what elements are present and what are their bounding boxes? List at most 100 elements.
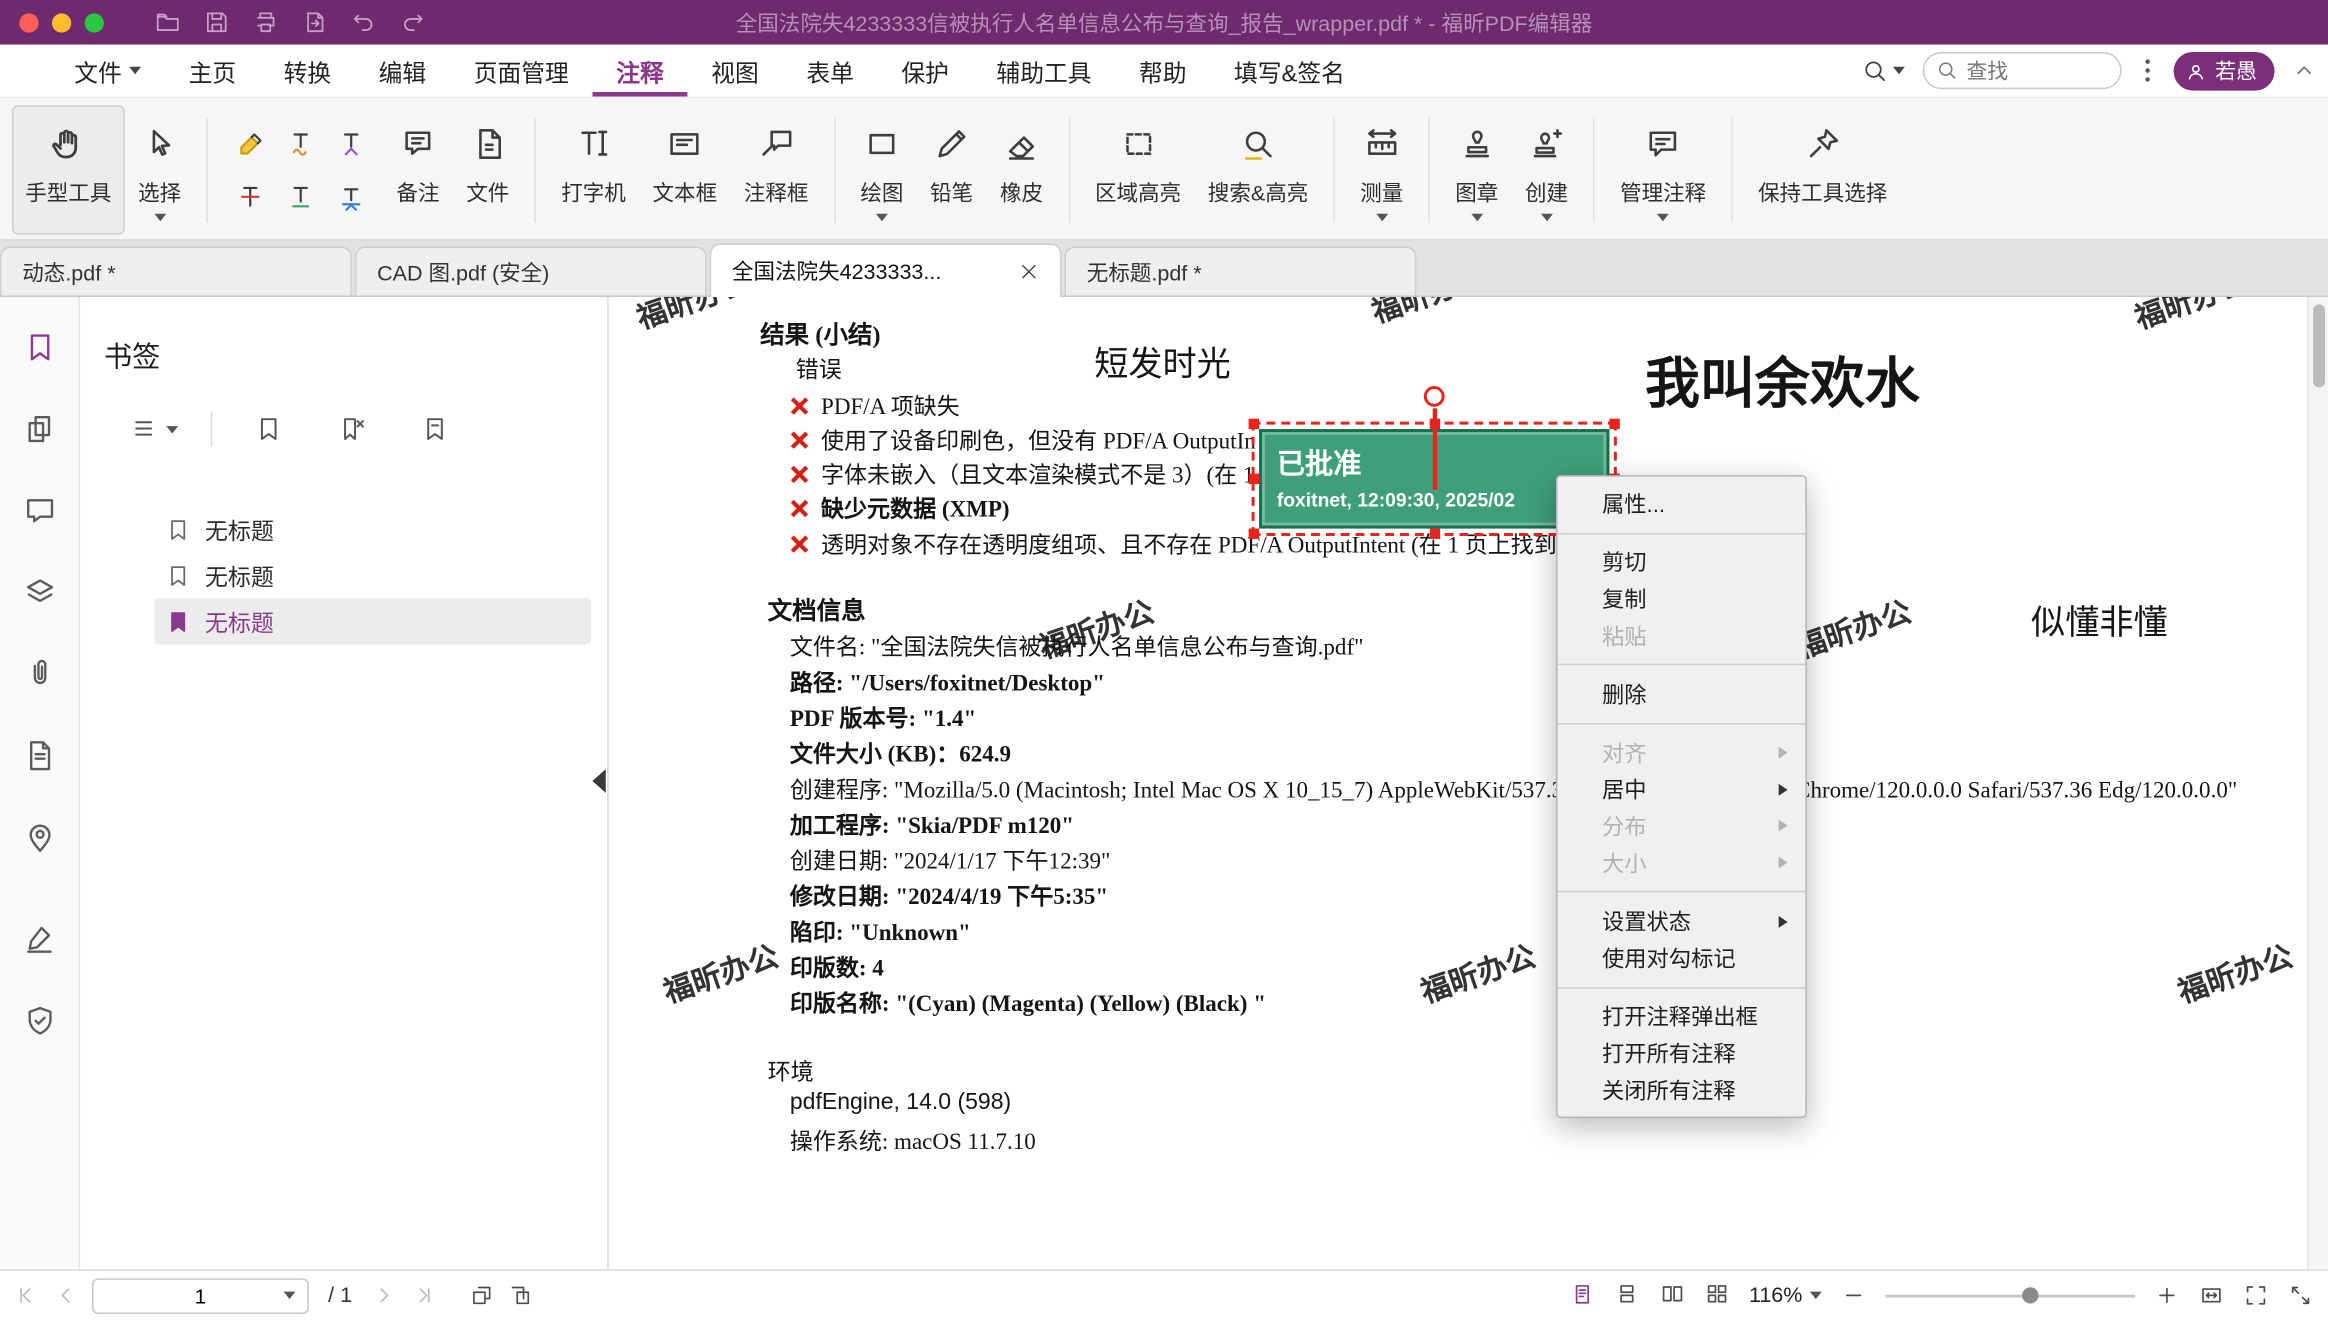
menu-accessibility[interactable]: 辅助工具: [973, 45, 1116, 97]
measure-tool-button[interactable]: 测量: [1347, 105, 1417, 234]
destinations-panel-button[interactable]: [22, 820, 58, 856]
vertical-scrollbar[interactable]: [2307, 297, 2328, 1269]
menu-protect[interactable]: 保护: [878, 45, 973, 97]
redo-icon[interactable]: [399, 9, 426, 36]
more-options-icon[interactable]: [2145, 68, 2150, 73]
menu-convert[interactable]: 转换: [260, 45, 355, 97]
insert-text-tool-button[interactable]: [330, 121, 375, 166]
bookmark-item[interactable]: 无标题: [80, 552, 607, 598]
expand-bookmarks-button[interactable]: [393, 414, 476, 444]
previous-view-button[interactable]: [469, 1283, 494, 1308]
tab-cad[interactable]: CAD 图.pdf (安全): [355, 246, 707, 295]
highlight-tool-button[interactable]: [229, 121, 274, 166]
collapse-ribbon-icon[interactable]: [2292, 59, 2316, 83]
menu-page-management[interactable]: 页面管理: [450, 45, 593, 97]
zoom-slider-handle[interactable]: [2023, 1286, 2039, 1302]
tab-dongtai[interactable]: 动态.pdf *: [0, 246, 352, 295]
eraser-tool-button[interactable]: 橡皮: [987, 105, 1057, 234]
resize-handle[interactable]: [1249, 419, 1259, 429]
create-stamp-tool-button[interactable]: 创建: [1512, 105, 1582, 234]
callout-tool-button[interactable]: 注释框: [730, 105, 821, 234]
first-page-button[interactable]: [15, 1283, 40, 1308]
print-icon[interactable]: [252, 9, 279, 36]
document-page[interactable]: 福昕办公 福昕办公 福昕办公 福昕办公 福昕办公 福昕办公 福昕办公 福昕办公 …: [609, 297, 2328, 1269]
menu-comment[interactable]: 注释: [593, 45, 688, 97]
facing-pages-view-button[interactable]: [1660, 1283, 1685, 1308]
chevron-down-icon[interactable]: [284, 1292, 296, 1299]
save-icon[interactable]: [203, 9, 230, 36]
menu-item-set-status[interactable]: 设置状态: [1557, 903, 1805, 940]
page-thumbnails-button[interactable]: [22, 411, 58, 447]
zoom-out-button[interactable]: [1841, 1283, 1866, 1308]
layers-panel-button[interactable]: [22, 575, 58, 611]
minimize-window-button[interactable]: [52, 13, 71, 32]
resize-handle[interactable]: [1429, 529, 1439, 539]
typewriter-tool-button[interactable]: 打字机: [548, 105, 639, 234]
strikeout-tool-button[interactable]: [229, 174, 274, 219]
menu-edit[interactable]: 编辑: [355, 45, 450, 97]
squiggly-underline-tool-button[interactable]: [279, 121, 324, 166]
user-avatar[interactable]: 若愚: [2174, 51, 2275, 90]
menu-item-copy[interactable]: 复制: [1557, 581, 1805, 618]
tab-untitled[interactable]: 无标题.pdf *: [1065, 246, 1417, 295]
fit-width-button[interactable]: [2199, 1283, 2224, 1308]
bookmark-item[interactable]: 无标题: [80, 506, 607, 552]
collapse-panel-handle[interactable]: [592, 769, 605, 793]
find-input[interactable]: [1966, 59, 2094, 83]
zoom-slider[interactable]: [1886, 1294, 2135, 1297]
search-dropdown-button[interactable]: [1861, 57, 1904, 84]
security-panel-button[interactable]: [22, 1004, 58, 1040]
attach-file-tool-button[interactable]: 文件: [453, 105, 523, 234]
menu-item-close-all-comments[interactable]: 关闭所有注释: [1557, 1072, 1805, 1109]
resize-handle[interactable]: [1249, 529, 1259, 539]
open-file-icon[interactable]: [154, 9, 181, 36]
resize-handle[interactable]: [1249, 474, 1259, 484]
note-tool-button[interactable]: 备注: [383, 105, 453, 234]
resize-handle[interactable]: [1609, 419, 1619, 429]
drawing-tool-button[interactable]: 绘图: [847, 105, 917, 234]
manage-comments-button[interactable]: 管理注释: [1607, 105, 1720, 234]
maximize-window-button[interactable]: [85, 13, 104, 32]
menu-item-cut[interactable]: 剪切: [1557, 544, 1805, 581]
menu-item-center[interactable]: 居中: [1557, 771, 1805, 808]
textbox-tool-button[interactable]: 文本框: [639, 105, 730, 234]
menu-item-checkmark[interactable]: 使用对勾标记: [1557, 940, 1805, 977]
delete-bookmark-button[interactable]: [310, 414, 393, 444]
close-window-button[interactable]: [19, 13, 38, 32]
menu-form[interactable]: 表单: [783, 45, 878, 97]
stamp-tool-button[interactable]: 图章: [1442, 105, 1512, 234]
bookmarks-panel-button[interactable]: [22, 330, 58, 366]
scrollbar-thumb[interactable]: [2313, 304, 2325, 387]
next-page-button[interactable]: [371, 1283, 396, 1308]
page-number-input[interactable]: [94, 1284, 308, 1308]
continuous-facing-view-button[interactable]: [1704, 1283, 1729, 1308]
bookmark-item-selected[interactable]: 无标题: [154, 598, 590, 644]
tab-active-document[interactable]: 全国法院失4233333...: [710, 243, 1062, 296]
fullscreen-button[interactable]: [2243, 1283, 2268, 1308]
expand-view-button[interactable]: [2288, 1283, 2313, 1308]
pencil-tool-button[interactable]: 铅笔: [917, 105, 987, 234]
rotate-handle[interactable]: [1424, 386, 1445, 407]
last-page-button[interactable]: [410, 1283, 435, 1308]
close-tab-icon[interactable]: [1018, 261, 1039, 282]
articles-panel-button[interactable]: [22, 738, 58, 774]
next-view-button[interactable]: [508, 1283, 533, 1308]
menu-item-delete[interactable]: 删除: [1557, 676, 1805, 713]
underline-tool-button[interactable]: [279, 174, 324, 219]
menu-file[interactable]: 文件: [50, 45, 164, 97]
comments-panel-button[interactable]: [22, 493, 58, 529]
replace-text-tool-button[interactable]: [330, 174, 375, 219]
single-page-view-button[interactable]: [1571, 1283, 1596, 1308]
bookmark-options-button[interactable]: [113, 414, 196, 444]
zoom-in-button[interactable]: [2154, 1283, 2179, 1308]
menu-fill-sign[interactable]: 填写&签名: [1210, 45, 1368, 97]
menu-help[interactable]: 帮助: [1115, 45, 1210, 97]
zoom-level-button[interactable]: 116%: [1749, 1284, 1822, 1308]
menu-item-open-popup[interactable]: 打开注释弹出框: [1557, 999, 1805, 1036]
add-bookmark-button[interactable]: [227, 414, 310, 444]
attachments-panel-button[interactable]: [22, 656, 58, 692]
area-highlight-tool-button[interactable]: 区域高亮: [1082, 105, 1195, 234]
export-icon[interactable]: [301, 9, 328, 36]
keep-tool-selected-button[interactable]: 保持工具选择: [1745, 105, 1901, 234]
menu-home[interactable]: 主页: [165, 45, 260, 97]
